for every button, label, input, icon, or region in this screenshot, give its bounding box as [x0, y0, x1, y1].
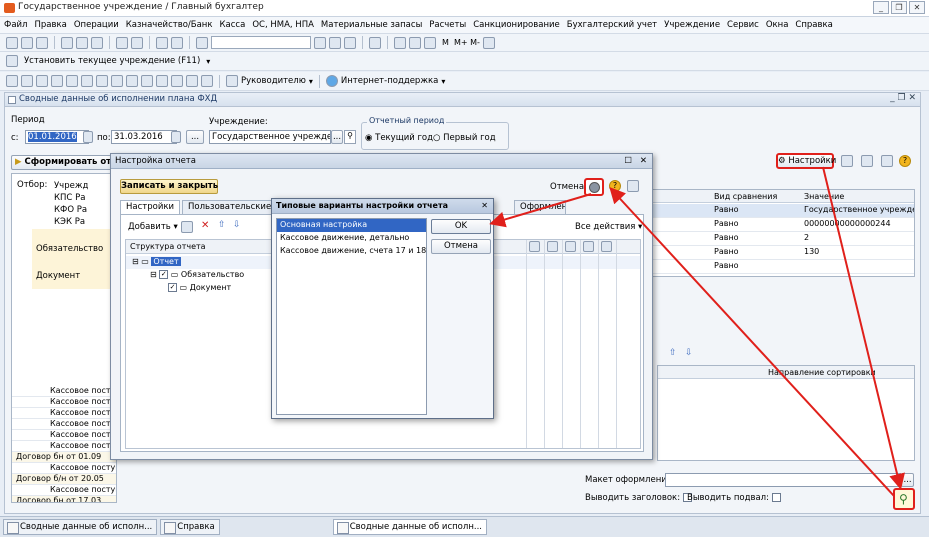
arrow-toggle-to-gear	[609, 187, 895, 497]
annotation-arrows	[489, 166, 905, 497]
taskbar-item[interactable]: Справка	[160, 519, 220, 535]
arrow-gear-to-variants	[489, 193, 592, 228]
window-taskbar: Сводные данные об исполн... Справка Сводны…	[0, 516, 929, 537]
taskbar-item[interactable]: Сводные данные об исполн...	[332, 519, 487, 535]
arrow-settings-to-toggle	[822, 166, 905, 490]
taskbar-item[interactable]: Сводные данные об исполн...	[3, 519, 158, 535]
